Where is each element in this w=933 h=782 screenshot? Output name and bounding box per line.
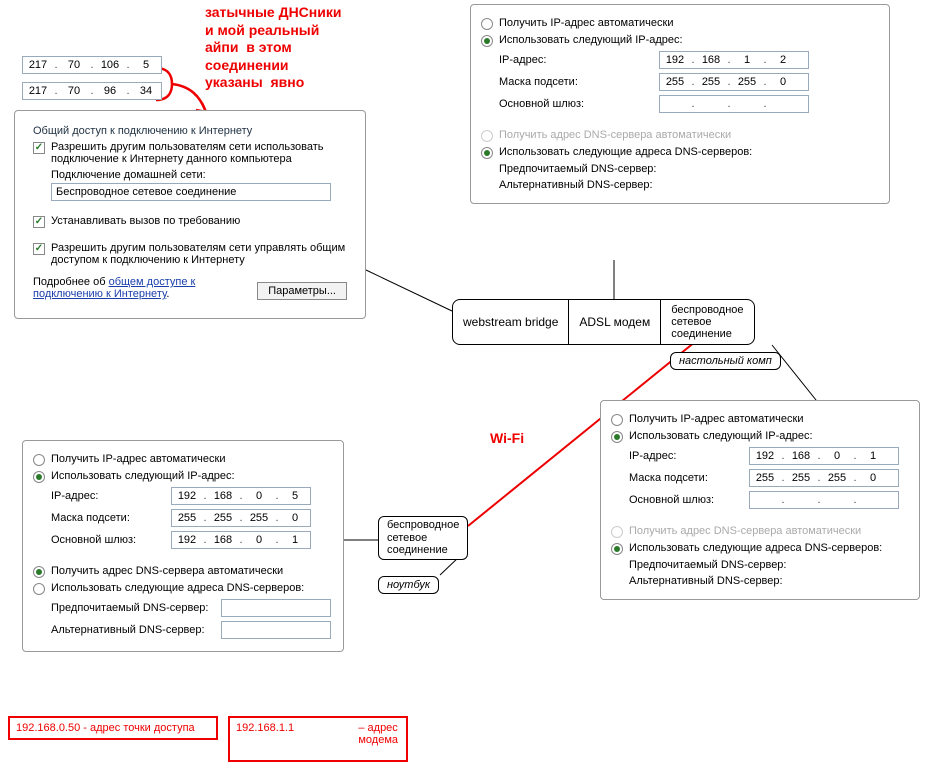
- label: Использовать следующий IP-адрес:: [629, 430, 813, 442]
- mask-label: Маска подсети:: [51, 512, 161, 524]
- checkbox-icon: [33, 142, 45, 154]
- ics-more-text: Подробнее об общем доступе к подключению…: [33, 276, 233, 300]
- label: Получить адрес DNS-сервера автоматически: [51, 565, 283, 577]
- r-static-dns[interactable]: Использовать следующие адреса DNS-сервер…: [481, 146, 879, 159]
- ics-check1-label: Разрешить другим пользователям сети испо…: [51, 141, 347, 165]
- ics-homeconn-value: Беспроводное сетевое соединение: [56, 186, 236, 198]
- gw-label: Основной шлюз:: [51, 534, 161, 546]
- ics-group-title: Общий доступ к подключению к Интернету: [33, 125, 347, 137]
- radio-icon: [481, 147, 493, 159]
- gw-label: Основной шлюз:: [499, 98, 649, 110]
- radio-icon: [611, 543, 623, 555]
- gw-input[interactable]: . . .: [659, 95, 809, 113]
- tab-wireless[interactable]: беcпроводное сетевое соединение: [661, 300, 753, 344]
- radio-icon: [481, 18, 493, 30]
- radio-icon: [33, 566, 45, 578]
- dns1-label: Предпочитаемый DNS-сервер:: [629, 559, 819, 571]
- r-auto-ip[interactable]: Получить IP-адрес автоматически: [33, 453, 333, 466]
- gw-label: Основной шлюз:: [629, 494, 739, 506]
- ics-check3-label: Разрешить другим пользователям сети упра…: [51, 242, 347, 266]
- mask-label: Маска подсети:: [629, 472, 739, 484]
- wifi-label: Wi-Fi: [490, 430, 524, 446]
- ics-homeconn-select[interactable]: Беспроводное сетевое соединение: [51, 183, 331, 201]
- label: Получить IP-адрес автоматически: [499, 17, 673, 29]
- radio-icon: [481, 35, 493, 47]
- desktop-label: настольный комп: [670, 352, 781, 370]
- ics-panel: Общий доступ к подключению к Интернету Р…: [14, 110, 366, 319]
- red-note-modem: 192.168.1.1 – адрес модема: [228, 716, 408, 762]
- dns2-input[interactable]: [221, 621, 331, 639]
- label: Использовать следующие адреса DNS-сервер…: [51, 582, 304, 594]
- modem-ip: 192.168.1.1: [236, 722, 294, 734]
- tab-adsl-modem[interactable]: ADSL модем: [569, 300, 661, 344]
- wireless-conn-label: беспроводное сетевое соединение: [378, 516, 468, 560]
- mask-input[interactable]: 255. 255. 255. 0: [749, 469, 899, 487]
- ics-homeconn-label: Подключение домашней сети:: [51, 169, 347, 181]
- label: Получить адрес DNS-сервера автоматически: [629, 525, 861, 537]
- checkbox-icon: [33, 243, 45, 255]
- gw-input[interactable]: 192. 168. 0. 1: [171, 531, 311, 549]
- mask-input[interactable]: 255. 255. 255. 0: [171, 509, 311, 527]
- radio-icon: [33, 471, 45, 483]
- r-static-ip[interactable]: Использовать следующий IP-адрес:: [33, 470, 333, 483]
- mask-input[interactable]: 255. 255. 255. 0: [659, 73, 809, 91]
- ics-params-button[interactable]: Параметры...: [257, 282, 347, 300]
- ip-input[interactable]: 192. 168. 0. 5: [171, 487, 311, 505]
- r-static-ip[interactable]: Использовать следующий IP-адрес:: [611, 430, 909, 443]
- r-static-dns[interactable]: Использовать следующие адреса DNS-сервер…: [611, 542, 909, 555]
- ip-input[interactable]: 192. 168. 1. 2: [659, 51, 809, 69]
- label: Использовать следующий IP-адрес:: [499, 34, 683, 46]
- radio-icon: [611, 526, 623, 538]
- dns-ip-1[interactable]: 217. 70. 106. 5: [22, 56, 162, 74]
- tab-webstream-bridge[interactable]: webstream bridge: [453, 300, 569, 344]
- r-static-dns[interactable]: Использовать следующие адреса DNS-сервер…: [33, 582, 333, 595]
- dns-ip-2[interactable]: 217. 70. 96. 34: [22, 82, 162, 100]
- dns-ip-row-2: 217. 70. 96. 34: [22, 82, 162, 100]
- radio-icon: [33, 583, 45, 595]
- dns1-label: Предпочитаемый DNS-сервер:: [499, 163, 689, 175]
- radio-icon: [33, 454, 45, 466]
- radio-icon: [481, 130, 493, 142]
- radio-icon: [611, 431, 623, 443]
- dns1-input[interactable]: [221, 599, 331, 617]
- checkbox-icon: [33, 216, 45, 228]
- ics-check-dial[interactable]: Устанавливать вызов по требованию: [33, 215, 347, 228]
- ip-label: IP-адрес:: [51, 490, 161, 502]
- r-auto-dns: Получить адрес DNS-сервера автоматически: [611, 525, 909, 538]
- gw-input[interactable]: . . .: [749, 491, 899, 509]
- ip-label: IP-адрес:: [629, 450, 739, 462]
- radio-icon: [611, 414, 623, 426]
- label: Использовать следующий IP-адрес:: [51, 470, 235, 482]
- red-note-ap: 192.168.0.50 - адрес точки доступа: [8, 716, 218, 740]
- r-auto-ip[interactable]: Получить IP-адрес автоматически: [481, 17, 879, 30]
- dns1-label: Предпочитаемый DNS-сервер:: [51, 602, 211, 614]
- label: Получить адрес DNS-сервера автоматически: [499, 129, 731, 141]
- ipv4-panel-mid-right: Получить IP-адрес автоматически Использо…: [600, 400, 920, 600]
- ics-check-control[interactable]: Разрешить другим пользователям сети упра…: [33, 242, 347, 266]
- r-auto-ip[interactable]: Получить IP-адрес автоматически: [611, 413, 909, 426]
- ip-input[interactable]: 192. 168. 0. 1: [749, 447, 899, 465]
- ipv4-panel-top-right: Получить IP-адрес автоматически Использо…: [470, 4, 890, 204]
- label: Получить IP-адрес автоматически: [629, 413, 803, 425]
- connection-tabs: webstream bridge ADSL модем беcпроводное…: [452, 299, 755, 345]
- r-auto-dns: Получить адрес DNS-сервера автоматически: [481, 129, 879, 142]
- r-auto-dns[interactable]: Получить адрес DNS-сервера автоматически: [33, 565, 333, 578]
- notebook-label: ноутбук: [378, 576, 439, 594]
- dns2-label: Альтернативный DNS-сервер:: [51, 624, 211, 636]
- ipv4-panel-bottom-left: Получить IP-адрес автоматически Использо…: [22, 440, 344, 652]
- r-static-ip[interactable]: Использовать следующий IP-адрес:: [481, 34, 879, 47]
- ics-check2-label: Устанавливать вызов по требованию: [51, 215, 240, 227]
- dns2-label: Альтернативный DNS-сервер:: [629, 575, 819, 587]
- dns-ip-row-1: 217. 70. 106. 5: [22, 56, 162, 74]
- label: Использовать следующие адреса DNS-сервер…: [629, 542, 882, 554]
- annotation-dns: затычные ДНСники и мой реальный айпи в э…: [205, 4, 341, 92]
- modem-note: – адрес модема: [358, 722, 398, 746]
- label: Получить IP-адрес автоматически: [51, 453, 225, 465]
- label: Использовать следующие адреса DNS-сервер…: [499, 146, 752, 158]
- ip-label: IP-адрес:: [499, 54, 649, 66]
- ics-groupbox: Общий доступ к подключению к Интернету Р…: [25, 123, 355, 310]
- mask-label: Маска подсети:: [499, 76, 649, 88]
- dns2-label: Альтернативный DNS-сервер:: [499, 179, 689, 191]
- ics-check-allow-share[interactable]: Разрешить другим пользователям сети испо…: [33, 141, 347, 165]
